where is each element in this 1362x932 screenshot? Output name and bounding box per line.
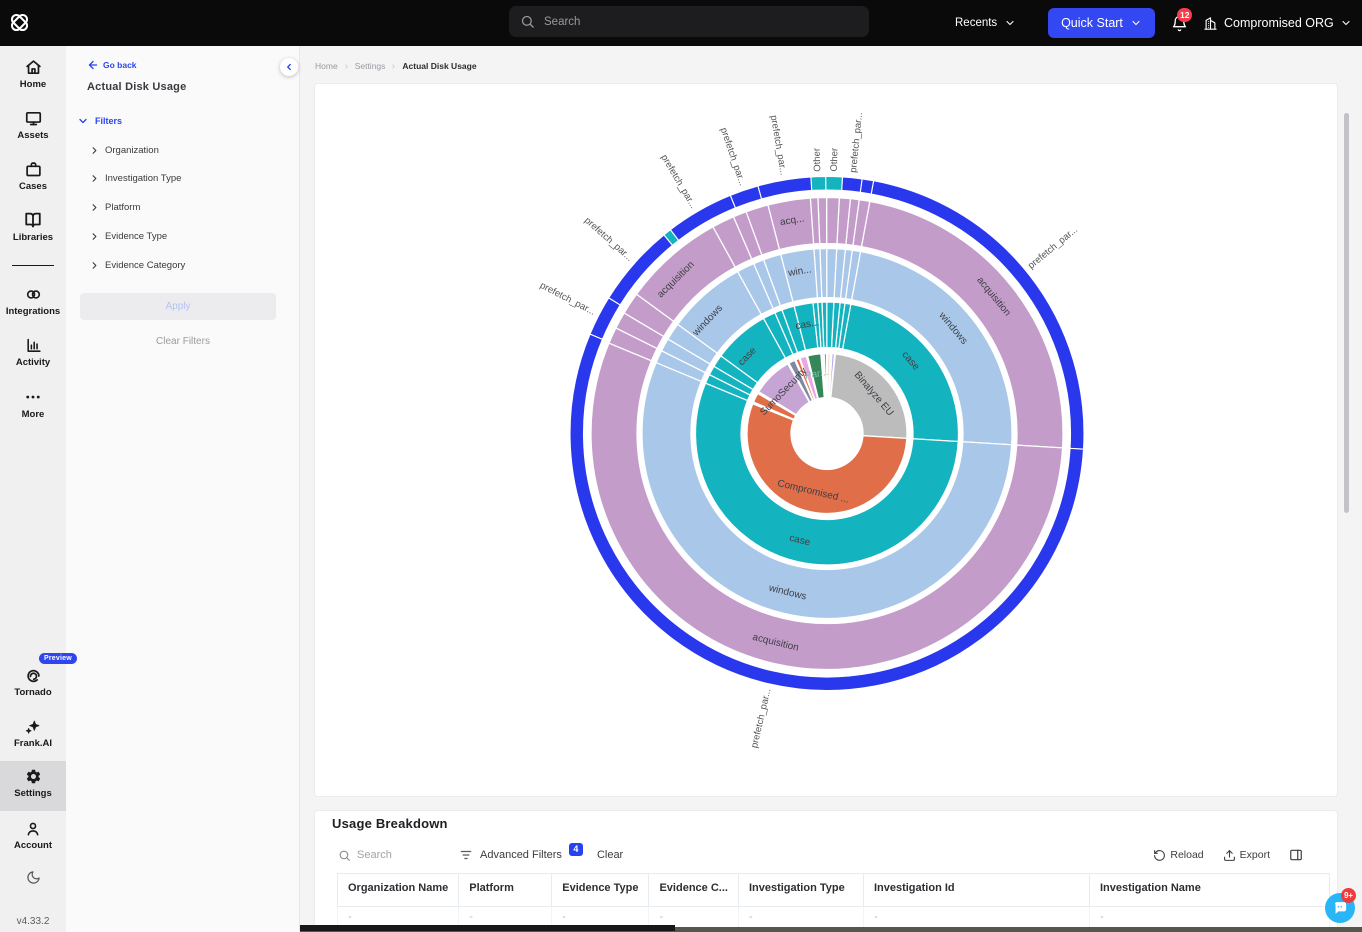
svg-text:prefetch_par...: prefetch_par...	[768, 114, 789, 176]
svg-text:prefetch_par...: prefetch_par...	[1026, 224, 1080, 271]
svg-text:Other: Other	[829, 148, 841, 172]
svg-text:prefetch_par...: prefetch_par...	[582, 215, 635, 264]
svg-text:prefetch_par...: prefetch_par...	[848, 112, 865, 174]
svg-text:prefetch_par...: prefetch_par...	[718, 126, 748, 187]
svg-text:prefetch_par...: prefetch_par...	[538, 280, 597, 318]
svg-text:prefetch_par...: prefetch_par...	[749, 688, 773, 750]
svg-text:prefetch_par...: prefetch_par...	[658, 153, 698, 211]
svg-text:Other: Other	[812, 148, 824, 172]
